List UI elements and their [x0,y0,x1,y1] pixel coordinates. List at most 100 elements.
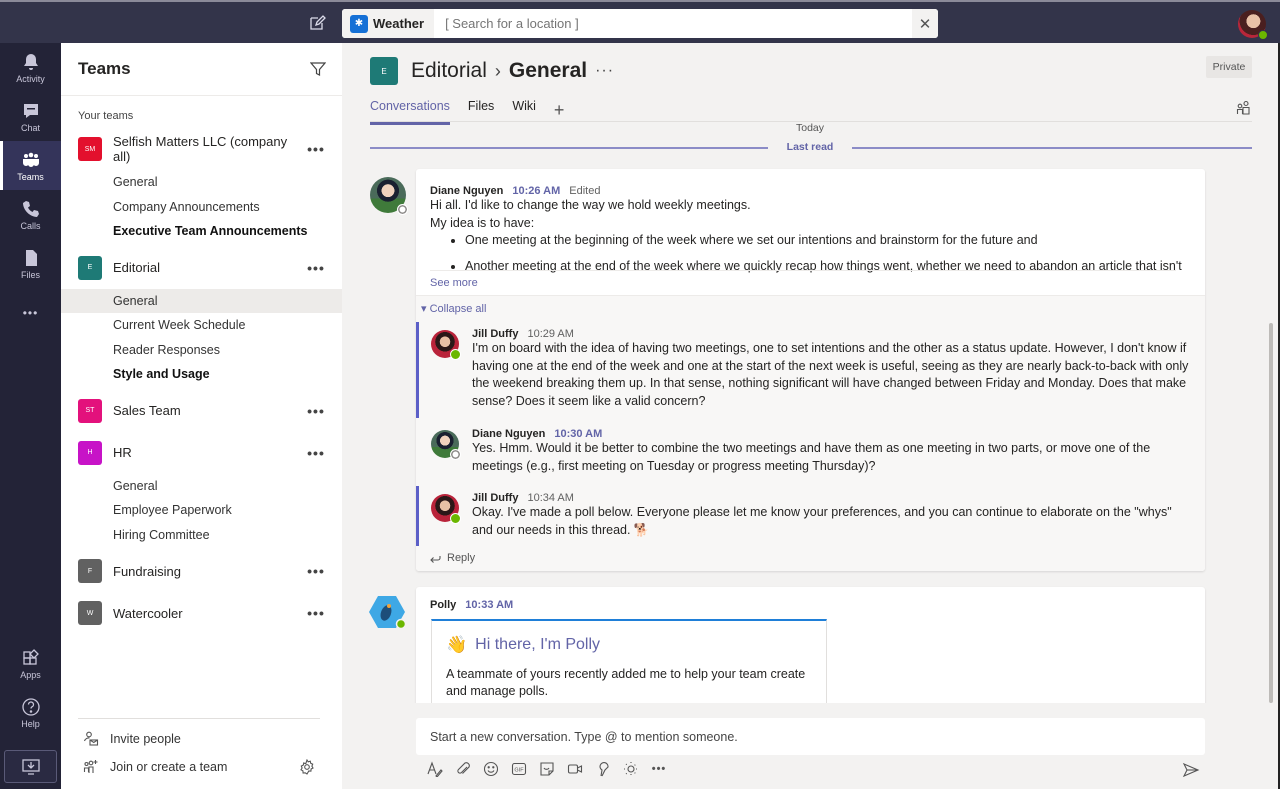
polly-icon[interactable] [594,760,612,778]
message-author[interactable]: Jill Duffy [472,328,518,340]
rail-item-teams[interactable]: Teams [0,141,61,190]
rail-label: Files [20,269,40,280]
emoji-icon[interactable] [482,760,500,778]
rail-item-calls[interactable]: Calls [0,190,61,239]
format-icon[interactable] [426,760,444,778]
download-app-button[interactable] [4,750,57,783]
rail-item-help[interactable]: Help [0,688,61,737]
join-team-label: Join or create a team [110,760,228,774]
more-options-icon[interactable]: ••• [304,260,328,276]
channel-item[interactable]: Company Announcements [61,195,342,220]
more-options-icon[interactable]: ••• [304,445,328,461]
message-body: Yes. Hmm. Would it be better to combine … [472,441,1151,473]
reply-arrow-icon [430,556,441,563]
presence-away-icon [450,449,461,460]
message-time: 10:29 AM [527,328,574,340]
gear-icon[interactable] [299,759,315,775]
see-more-link[interactable]: See more [430,277,478,289]
avatar-diane-nguyen[interactable] [370,177,408,215]
team-sales[interactable]: ST Sales Team ••• [61,390,342,432]
praise-icon[interactable] [622,760,640,778]
tab-wiki[interactable]: Wiki [512,99,536,121]
send-icon[interactable] [1182,761,1200,779]
file-icon [25,249,37,266]
collapse-all-label: Collapse all [429,303,487,315]
gif-icon[interactable]: GIF [510,760,528,778]
presence-available-icon [450,513,461,524]
filter-icon[interactable] [310,61,326,77]
avatar-jill-duffy[interactable] [431,494,461,524]
tab-conversations[interactable]: Conversations [370,99,450,125]
invite-people-button[interactable]: Invite people [61,725,342,753]
message-author[interactable]: Jill Duffy [472,492,518,504]
rail-label: Help [21,718,40,729]
message-author[interactable]: Polly [430,599,456,611]
section-label: Your teams [78,110,134,122]
avatar-diane-nguyen[interactable] [431,430,461,460]
message-author[interactable]: Diane Nguyen [472,428,545,440]
channel-item[interactable]: Hiring Committee [61,523,342,548]
close-icon[interactable]: ✕ [912,9,938,38]
team-selfish-matters[interactable]: SM Selfish Matters LLC (company all) ••• [61,128,342,170]
channel-item[interactable]: Reader Responses [61,338,342,363]
rail-item-activity[interactable]: Activity [0,43,61,92]
channel-item[interactable]: General [61,474,342,499]
more-options-icon[interactable]: ••• [304,605,328,621]
breadcrumb-team[interactable]: Editorial [411,59,487,83]
download-icon [21,758,40,775]
avatar-polly-bot[interactable] [369,595,405,629]
team-watercooler[interactable]: W Watercooler ••• [61,592,342,634]
date-divider-label: Today [782,122,838,134]
channel-name: General [508,59,588,82]
last-read-label: Last read [786,141,834,153]
channel-more-icon[interactable]: ··· [595,62,614,80]
meet-now-icon[interactable] [566,760,584,778]
attach-icon[interactable] [454,760,472,778]
add-tab-icon[interactable]: + [554,101,565,119]
root-message: Diane Nguyen 10:26 AM Edited Hi all. I'd… [430,185,1190,275]
new-chat-icon[interactable] [308,14,326,32]
team-editorial[interactable]: E Editorial ••• [61,247,342,289]
location-search-input[interactable] [434,16,912,31]
command-box[interactable]: ✱ Weather ✕ [342,9,938,38]
app-rail: Activity Chat Teams Calls Files ••• Apps… [0,43,61,789]
edited-label: Edited [569,185,601,197]
channel-item[interactable]: General [61,170,342,195]
compose-box[interactable] [416,718,1205,755]
rail-item-more[interactable]: ••• [0,288,61,337]
app-name: Weather [373,16,425,31]
rail-item-files[interactable]: Files [0,239,61,288]
sticker-icon[interactable] [538,760,556,778]
team-avatar: ST [78,398,102,423]
more-options-icon[interactable]: ••• [650,760,668,778]
channel-item-active[interactable]: General [61,288,342,313]
tab-files[interactable]: Files [468,99,494,121]
avatar-jill-duffy[interactable] [431,330,461,360]
message-body: I'm on board with the idea of having two… [472,341,1189,408]
collapse-all-link[interactable]: ▾ Collapse all [421,302,486,315]
rail-item-chat[interactable]: Chat [0,92,61,141]
channel-item[interactable]: Current Week Schedule [61,313,342,338]
teams-panel-footer: Invite people Join or create a team [61,718,342,781]
message-time: 10:33 AM [465,599,514,611]
team-members-icon[interactable] [1236,100,1252,116]
more-options-icon[interactable]: ••• [304,563,328,579]
rail-item-apps[interactable]: Apps [0,639,61,688]
channel-item[interactable]: Employee Paperwork [61,498,342,523]
message-line: Hi all. I'd like to change the way we ho… [430,198,751,212]
message-author[interactable]: Diane Nguyen [430,185,503,197]
user-avatar[interactable] [1238,10,1268,40]
team-hr[interactable]: H HR ••• [61,432,342,474]
more-icon: ••• [22,305,39,320]
scrollbar[interactable] [1269,323,1273,703]
team-name: Fundraising [113,563,181,579]
channel-item[interactable]: Executive Team Announcements [61,219,342,244]
reply-button[interactable]: Reply [429,552,475,564]
more-options-icon[interactable]: ••• [304,403,328,419]
more-options-icon[interactable]: ••• [304,141,328,157]
join-create-team-button[interactable]: Join or create a team [61,753,342,781]
team-fundraising[interactable]: F Fundraising ••• [61,550,342,592]
new-conversation-input[interactable] [416,729,1205,744]
channel-item[interactable]: Style and Usage [61,362,342,387]
weather-app-chip[interactable]: ✱ Weather [342,9,435,38]
